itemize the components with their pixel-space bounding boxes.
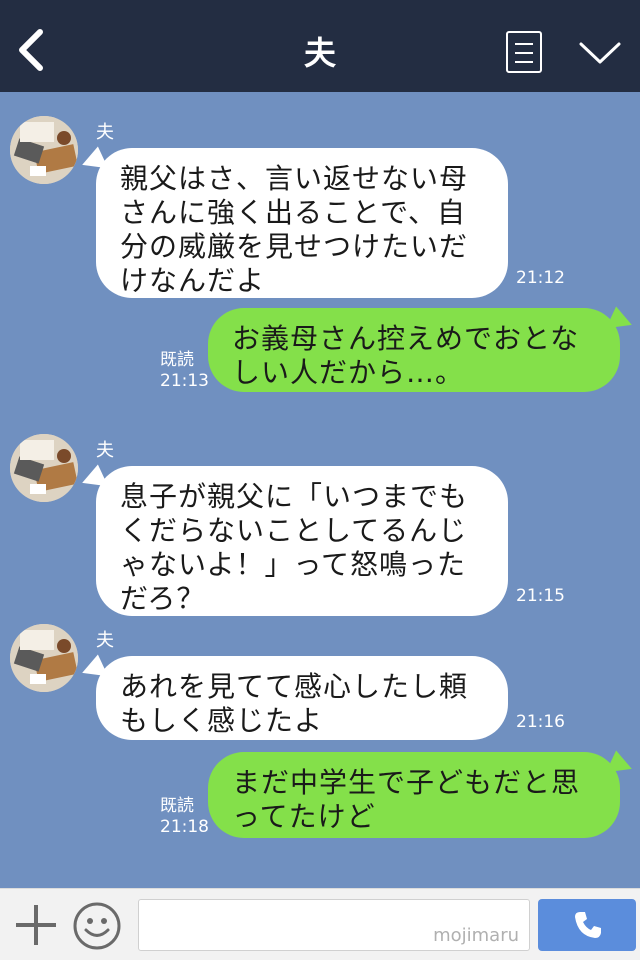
message-line: けなんだよ (120, 264, 266, 297)
message-bubble-incoming[interactable]: 親父はさ、言い返せない母 さんに強く出ることで、自 分の威厳を見せつけたいだ け… (96, 148, 508, 298)
message-line: ってたけど (232, 800, 376, 833)
message-line: さんに強く出ることで、自 (120, 196, 467, 229)
message-bubble-outgoing[interactable]: まだ中学生で子どもだと思 ってたけど (208, 752, 620, 838)
avatar-photo-icon (10, 624, 78, 692)
chat-header: 夫 (0, 0, 640, 92)
avatar[interactable] (10, 434, 78, 502)
message-line: くだらないことしてるんじ (120, 514, 468, 547)
message-line: ゃないよ！」って怒鳴った (120, 548, 467, 581)
read-status: 既読 21:13 (160, 350, 209, 392)
avatar[interactable] (10, 116, 78, 184)
message-line: 分の威厳を見せつけたいだ (120, 230, 469, 263)
message-line: 息子が親父に「いつまでも (120, 480, 469, 513)
read-label: 既読 (160, 350, 194, 370)
call-button[interactable] (538, 899, 636, 951)
phone-icon (575, 912, 601, 938)
message-time: 21:18 (160, 817, 209, 837)
message-line: あれを見てて感心したし頼 (120, 670, 469, 703)
message-input-bar: mojimaru (0, 888, 640, 960)
avatar-photo-icon (10, 434, 78, 502)
avatar-photo-icon (10, 116, 78, 184)
sender-name: 夫 (96, 630, 114, 651)
sender-name: 夫 (96, 122, 114, 143)
chat-title: 夫 (303, 34, 336, 72)
message-time: 21:13 (160, 371, 209, 391)
message-line: お義母さん控えめでおとな (232, 322, 580, 355)
message-line: しい人だから…。 (232, 356, 465, 389)
document-menu-icon[interactable] (506, 31, 542, 73)
message-list[interactable]: 夫 親父はさ、言い返せない母 さんに強く出ることで、自 分の威厳を見せつけたいだ… (0, 92, 640, 888)
message-bubble-incoming[interactable]: あれを見てて感心したし頼 もしく感じたよ (96, 656, 508, 740)
watermark-text: mojimaru (433, 925, 519, 946)
message-time: 21:12 (516, 268, 565, 288)
message-line: だろ？ (120, 582, 206, 615)
smiley-icon[interactable] (72, 901, 122, 951)
message-line: まだ中学生で子どもだと思 (232, 766, 581, 799)
message-bubble-outgoing[interactable]: お義母さん控えめでおとな しい人だから…。 (208, 308, 620, 392)
message-input[interactable]: mojimaru (138, 899, 530, 951)
message-line: もしく感じたよ (120, 704, 324, 737)
read-status: 既読 21:18 (160, 796, 209, 838)
sender-name: 夫 (96, 440, 114, 461)
chevron-down-icon[interactable] (578, 38, 622, 68)
message-bubble-incoming[interactable]: 息子が親父に「いつまでも くだらないことしてるんじ ゃないよ！」って怒鳴った だ… (96, 466, 508, 616)
message-line: 親父はさ、言い返せない母 (120, 162, 469, 195)
message-time: 21:15 (516, 586, 565, 606)
plus-icon[interactable] (14, 903, 58, 947)
avatar[interactable] (10, 624, 78, 692)
read-label: 既読 (160, 796, 194, 816)
message-time: 21:16 (516, 712, 565, 732)
